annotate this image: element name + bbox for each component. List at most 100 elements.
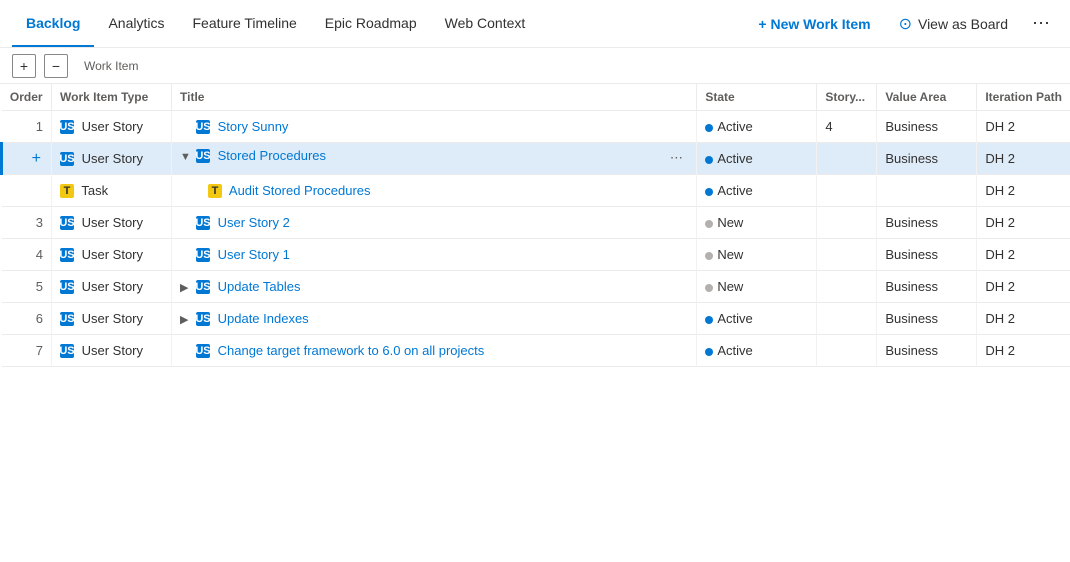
- cell-type: US User Story: [52, 111, 172, 143]
- col-header-state: State: [697, 84, 817, 111]
- expand-icon[interactable]: ▶: [180, 281, 192, 294]
- table-row[interactable]: 6US User Story ▶ US Update Indexes Active Bu…: [2, 303, 1070, 335]
- cell-order: 4: [2, 239, 52, 271]
- work-item-type-icon: US: [60, 120, 74, 134]
- title-work-item-icon: US: [196, 344, 210, 358]
- cell-story-points: [817, 175, 877, 207]
- nav-label-web-context: Web Context: [445, 15, 526, 31]
- cell-title: ▶ US Update Indexes: [172, 303, 697, 335]
- cell-type: US User Story: [52, 303, 172, 335]
- work-item-title-link[interactable]: Update Indexes: [214, 311, 309, 326]
- breadcrumb-parent: Work Item: [84, 59, 138, 73]
- nav-item-backlog[interactable]: Backlog: [12, 0, 94, 47]
- work-item-title-link[interactable]: Audit Stored Procedures: [226, 183, 371, 198]
- state-indicator: [705, 252, 713, 260]
- state-indicator: [705, 124, 713, 132]
- cell-title: US User Story 1: [172, 239, 697, 271]
- work-item-title-link[interactable]: Story Sunny: [214, 119, 288, 134]
- title-work-item-icon: US: [196, 280, 210, 294]
- cell-state: Active: [697, 143, 817, 175]
- cell-title: US Story Sunny: [172, 111, 697, 143]
- cell-title: US User Story 2: [172, 207, 697, 239]
- table-row[interactable]: 1US User StoryUS Story SunnyActive4Busin…: [2, 111, 1070, 143]
- remove-item-button[interactable]: −: [44, 54, 68, 78]
- cell-value-area: Business: [877, 303, 977, 335]
- view-as-board-button[interactable]: ⊙ View as Board: [887, 8, 1020, 40]
- work-item-type-icon: US: [60, 248, 74, 262]
- cell-state: Active: [697, 335, 817, 367]
- table-body: 1US User StoryUS Story SunnyActive4Busin…: [2, 111, 1070, 367]
- work-item-type-icon: US: [60, 216, 74, 230]
- cell-state: New: [697, 271, 817, 303]
- view-board-icon: ⊙: [899, 14, 912, 34]
- row-add-button[interactable]: +: [32, 150, 41, 167]
- cell-state: Active: [697, 303, 817, 335]
- add-item-button[interactable]: +: [12, 54, 36, 78]
- toolbar: + − Work Item: [0, 48, 1070, 84]
- cell-order: +: [2, 143, 52, 175]
- cell-title: T Audit Stored Procedures: [172, 175, 697, 207]
- cell-iteration-path: DH 2: [977, 175, 1070, 207]
- work-item-title-link[interactable]: Stored Procedures: [214, 148, 326, 163]
- work-item-title-link[interactable]: User Story 2: [214, 215, 290, 230]
- table-row[interactable]: 3US User StoryUS User Story 2NewBusiness…: [2, 207, 1070, 239]
- nav-item-web-context[interactable]: Web Context: [431, 0, 540, 47]
- top-nav: Backlog Analytics Feature Timeline Epic …: [0, 0, 1070, 48]
- cell-state: New: [697, 239, 817, 271]
- work-item-title-link[interactable]: Change target framework to 6.0 on all pr…: [214, 343, 484, 358]
- state-indicator: [705, 348, 713, 356]
- cell-state: New: [697, 207, 817, 239]
- work-item-type-icon: US: [60, 312, 74, 326]
- table-row[interactable]: + US User Story ▼ US Stored Procedures ⋯ Acti…: [2, 143, 1070, 175]
- state-indicator: [705, 156, 713, 164]
- col-header-type: Work Item Type: [52, 84, 172, 111]
- cell-iteration-path: DH 2: [977, 335, 1070, 367]
- cell-order: 6: [2, 303, 52, 335]
- state-indicator: [705, 220, 713, 228]
- work-item-title-link[interactable]: User Story 1: [214, 247, 290, 262]
- expand-icon[interactable]: ▶: [180, 313, 192, 326]
- cell-title: US Change target framework to 6.0 on all…: [172, 335, 697, 367]
- col-header-iter: Iteration Path: [977, 84, 1070, 111]
- cell-type: US User Story: [52, 143, 172, 175]
- title-work-item-icon: US: [196, 120, 210, 134]
- table-row[interactable]: 7US User StoryUS Change target framework…: [2, 335, 1070, 367]
- cell-iteration-path: DH 2: [977, 303, 1070, 335]
- cell-iteration-path: DH 2: [977, 207, 1070, 239]
- table-row[interactable]: 4US User StoryUS User Story 1NewBusiness…: [2, 239, 1070, 271]
- title-work-item-icon: US: [196, 149, 210, 163]
- nav-label-feature-timeline: Feature Timeline: [193, 15, 297, 31]
- cell-story-points: [817, 207, 877, 239]
- table-row[interactable]: T TaskT Audit Stored ProceduresActiveDH …: [2, 175, 1070, 207]
- nav-label-analytics: Analytics: [108, 15, 164, 31]
- cell-state: Active: [697, 175, 817, 207]
- backlog-table-container: Order Work Item Type Title State Story..…: [0, 84, 1070, 562]
- title-work-item-icon: US: [196, 216, 210, 230]
- collapse-icon[interactable]: ▼: [180, 151, 192, 163]
- nav-items: Backlog Analytics Feature Timeline Epic …: [12, 0, 539, 47]
- backlog-table: Order Work Item Type Title State Story..…: [0, 84, 1070, 367]
- table-row[interactable]: 5US User Story▶US Update TablesNewBusine…: [2, 271, 1070, 303]
- work-item-type-icon: T: [60, 184, 74, 198]
- cell-value-area: Business: [877, 143, 977, 175]
- state-indicator: [705, 284, 713, 292]
- row-context-menu-button[interactable]: ⋯: [664, 146, 688, 170]
- nav-label-epic-roadmap: Epic Roadmap: [325, 15, 417, 31]
- cell-type: US User Story: [52, 335, 172, 367]
- nav-item-analytics[interactable]: Analytics: [94, 0, 178, 47]
- cell-type: US User Story: [52, 207, 172, 239]
- nav-item-feature-timeline[interactable]: Feature Timeline: [179, 0, 311, 47]
- more-options-button[interactable]: ⋯: [1024, 7, 1058, 40]
- nav-item-epic-roadmap[interactable]: Epic Roadmap: [311, 0, 431, 47]
- cell-state: Active: [697, 111, 817, 143]
- work-item-type-icon: US: [60, 344, 74, 358]
- title-work-item-icon: US: [196, 248, 210, 262]
- cell-value-area: Business: [877, 239, 977, 271]
- new-work-item-button[interactable]: + New Work Item: [746, 10, 882, 38]
- work-item-title-link[interactable]: Update Tables: [214, 279, 301, 294]
- state-indicator: [705, 316, 713, 324]
- cell-order: 3: [2, 207, 52, 239]
- cell-value-area: [877, 175, 977, 207]
- title-work-item-icon: US: [196, 312, 210, 326]
- cell-title: ▶ US Update Tables: [172, 271, 697, 303]
